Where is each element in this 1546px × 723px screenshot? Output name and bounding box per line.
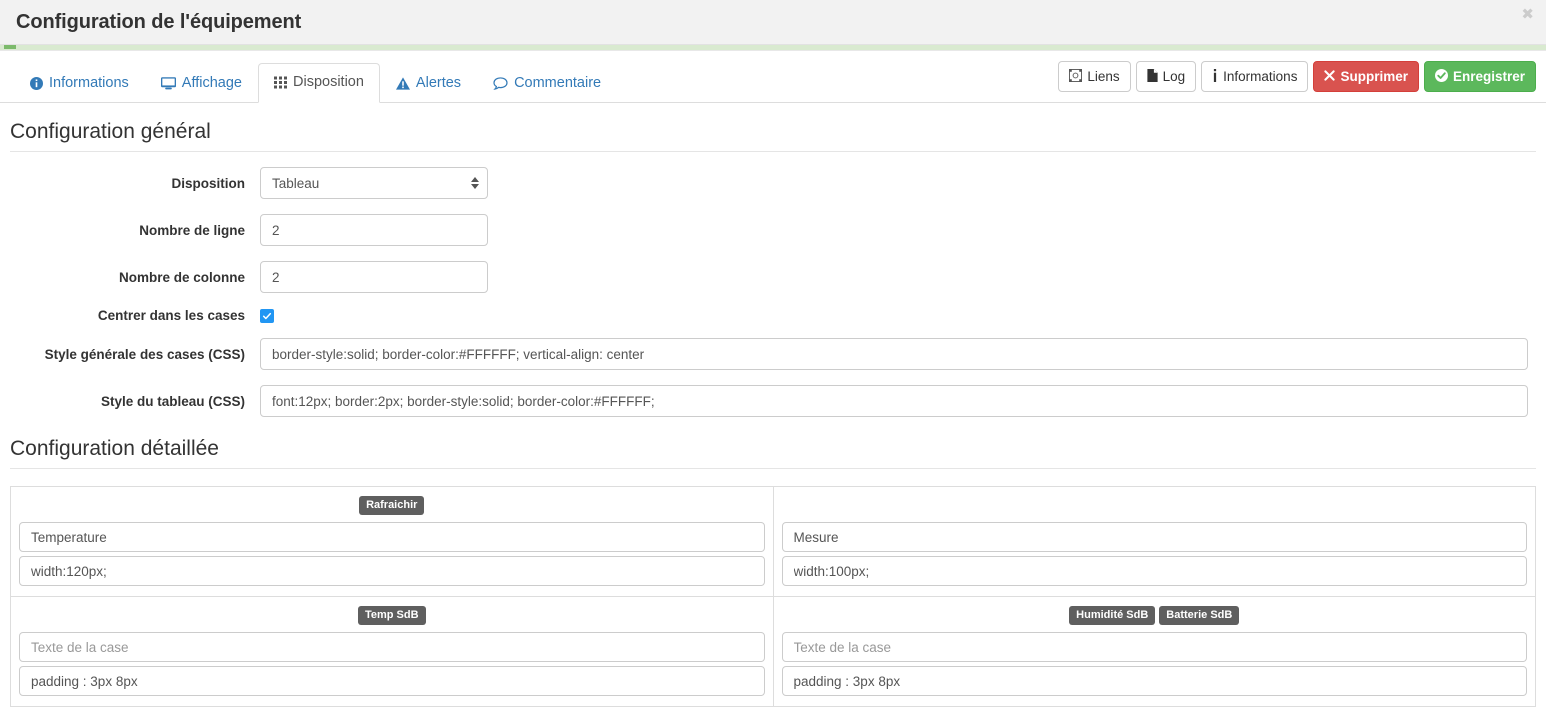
cell-text-input[interactable] <box>781 522 1527 552</box>
grid-icon <box>274 76 287 89</box>
modal-header: Configuration de l'équipement ✖ <box>0 0 1546 45</box>
label-nombre-de-ligne: Nombre de ligne <box>139 222 245 238</box>
form-row-table-style: Style du tableau (CSS) <box>10 385 1536 417</box>
form-row-columns: Nombre de colonne <box>10 261 1536 293</box>
cell-style-input[interactable] <box>19 666 765 696</box>
table-row: Temp SdB Humidité SdB Batterie SdB <box>10 596 1536 707</box>
tab-commentaire[interactable]: Commentaire <box>477 64 617 103</box>
cell-text-input[interactable] <box>19 522 765 552</box>
badge-temp-sdb[interactable]: Temp SdB <box>357 606 426 625</box>
disposition-select-value: Tableau <box>260 167 488 199</box>
tab-label: Affichage <box>181 74 242 91</box>
grid-cell-1-1: Humidité SdB Batterie SdB <box>772 596 1536 707</box>
grid-cell-0-0: Rafraichir <box>10 486 774 597</box>
informations-button[interactable]: Informations <box>1201 61 1309 92</box>
comment-icon <box>493 77 508 90</box>
badge-humidite-sdb[interactable]: Humidité SdB <box>1069 606 1156 625</box>
label-style-generale-des-cases: Style générale des cases (CSS) <box>44 346 245 362</box>
label-centrer-dans-les-cases: Centrer dans les cases <box>97 308 245 323</box>
cell-badges: Humidité SdB Batterie SdB <box>782 606 1528 625</box>
tab-bar: Informations Affichage Disposition Alert… <box>0 51 1546 103</box>
close-icon[interactable]: ✖ <box>1521 7 1534 22</box>
nombre-de-ligne-input[interactable] <box>260 214 488 246</box>
cell-style-input[interactable] <box>781 666 1527 696</box>
form-row-rows: Nombre de ligne <box>10 214 1536 246</box>
form-row-center: Centrer dans les cases <box>10 308 1536 323</box>
label-style-du-tableau: Style du tableau (CSS) <box>100 393 245 409</box>
desktop-icon <box>160 77 176 90</box>
tab-affichage[interactable]: Affichage <box>145 64 258 103</box>
tab-disposition[interactable]: Disposition <box>258 62 380 103</box>
check-circle-icon <box>1434 68 1448 85</box>
table-row: Rafraichir <box>10 486 1536 597</box>
button-label: Enregistrer <box>1452 68 1525 84</box>
modal-body: Configuration général Disposition Tablea… <box>0 120 1546 707</box>
tab-list: Informations Affichage Disposition Alert… <box>14 62 617 103</box>
progress-bar-fill <box>4 45 16 49</box>
tab-informations[interactable]: Informations <box>14 64 145 103</box>
form-row-disposition: Disposition Tableau <box>10 167 1536 199</box>
cell-text-input[interactable] <box>781 632 1527 662</box>
link-network-icon <box>1069 68 1083 85</box>
tab-label: Commentaire <box>514 74 602 91</box>
log-button[interactable]: Log <box>1135 61 1197 92</box>
label-nombre-de-colonne: Nombre de colonne <box>118 269 245 285</box>
centrer-dans-les-cases-checkbox[interactable] <box>260 308 274 323</box>
button-label: Log <box>1162 68 1186 84</box>
section-title-detail: Configuration détaillée <box>10 437 1536 469</box>
style-du-tableau-input[interactable] <box>260 385 1528 417</box>
page-title: Configuration de l'équipement <box>16 11 302 33</box>
button-label: Informations <box>1223 68 1298 84</box>
badge-batterie-sdb[interactable]: Batterie SdB <box>1159 606 1240 625</box>
info-circle-icon <box>30 76 43 90</box>
badge-rafraichir[interactable]: Rafraichir <box>359 496 425 515</box>
nombre-de-colonne-input[interactable] <box>260 261 488 293</box>
button-label: Liens <box>1087 68 1120 84</box>
check-icon <box>262 312 272 319</box>
cell-badges: Rafraichir <box>19 496 765 515</box>
cell-badges <box>782 496 1528 515</box>
tab-label: Informations <box>49 74 129 91</box>
disposition-grid-table: Rafraichir Temp SdB Humidité <box>10 486 1536 707</box>
disposition-select[interactable]: Tableau <box>260 167 488 199</box>
warning-triangle-icon <box>395 77 410 90</box>
tab-label: Alertes <box>415 74 462 91</box>
header-actions: Liens Log Informations Supprimer Enregis <box>1058 61 1536 92</box>
style-generale-des-cases-input[interactable] <box>260 338 1528 370</box>
times-icon <box>1324 70 1336 84</box>
cell-badges: Temp SdB <box>19 606 765 625</box>
supprimer-button[interactable]: Supprimer <box>1313 61 1419 92</box>
info-icon <box>1212 68 1218 85</box>
tab-label: Disposition <box>293 73 364 90</box>
liens-button[interactable]: Liens <box>1058 61 1131 92</box>
tab-alertes[interactable]: Alertes <box>380 64 477 103</box>
cell-text-input[interactable] <box>19 632 765 662</box>
grid-cell-1-0: Temp SdB <box>10 596 774 707</box>
button-label: Supprimer <box>1340 68 1408 84</box>
section-title-general: Configuration général <box>10 120 1536 152</box>
cell-style-input[interactable] <box>781 556 1527 586</box>
grid-cell-0-1 <box>772 486 1536 597</box>
cell-style-input[interactable] <box>19 556 765 586</box>
enregistrer-button[interactable]: Enregistrer <box>1423 61 1536 92</box>
label-disposition: Disposition <box>171 175 246 191</box>
file-icon <box>1147 68 1158 85</box>
form-row-cell-style: Style générale des cases (CSS) <box>10 338 1536 370</box>
